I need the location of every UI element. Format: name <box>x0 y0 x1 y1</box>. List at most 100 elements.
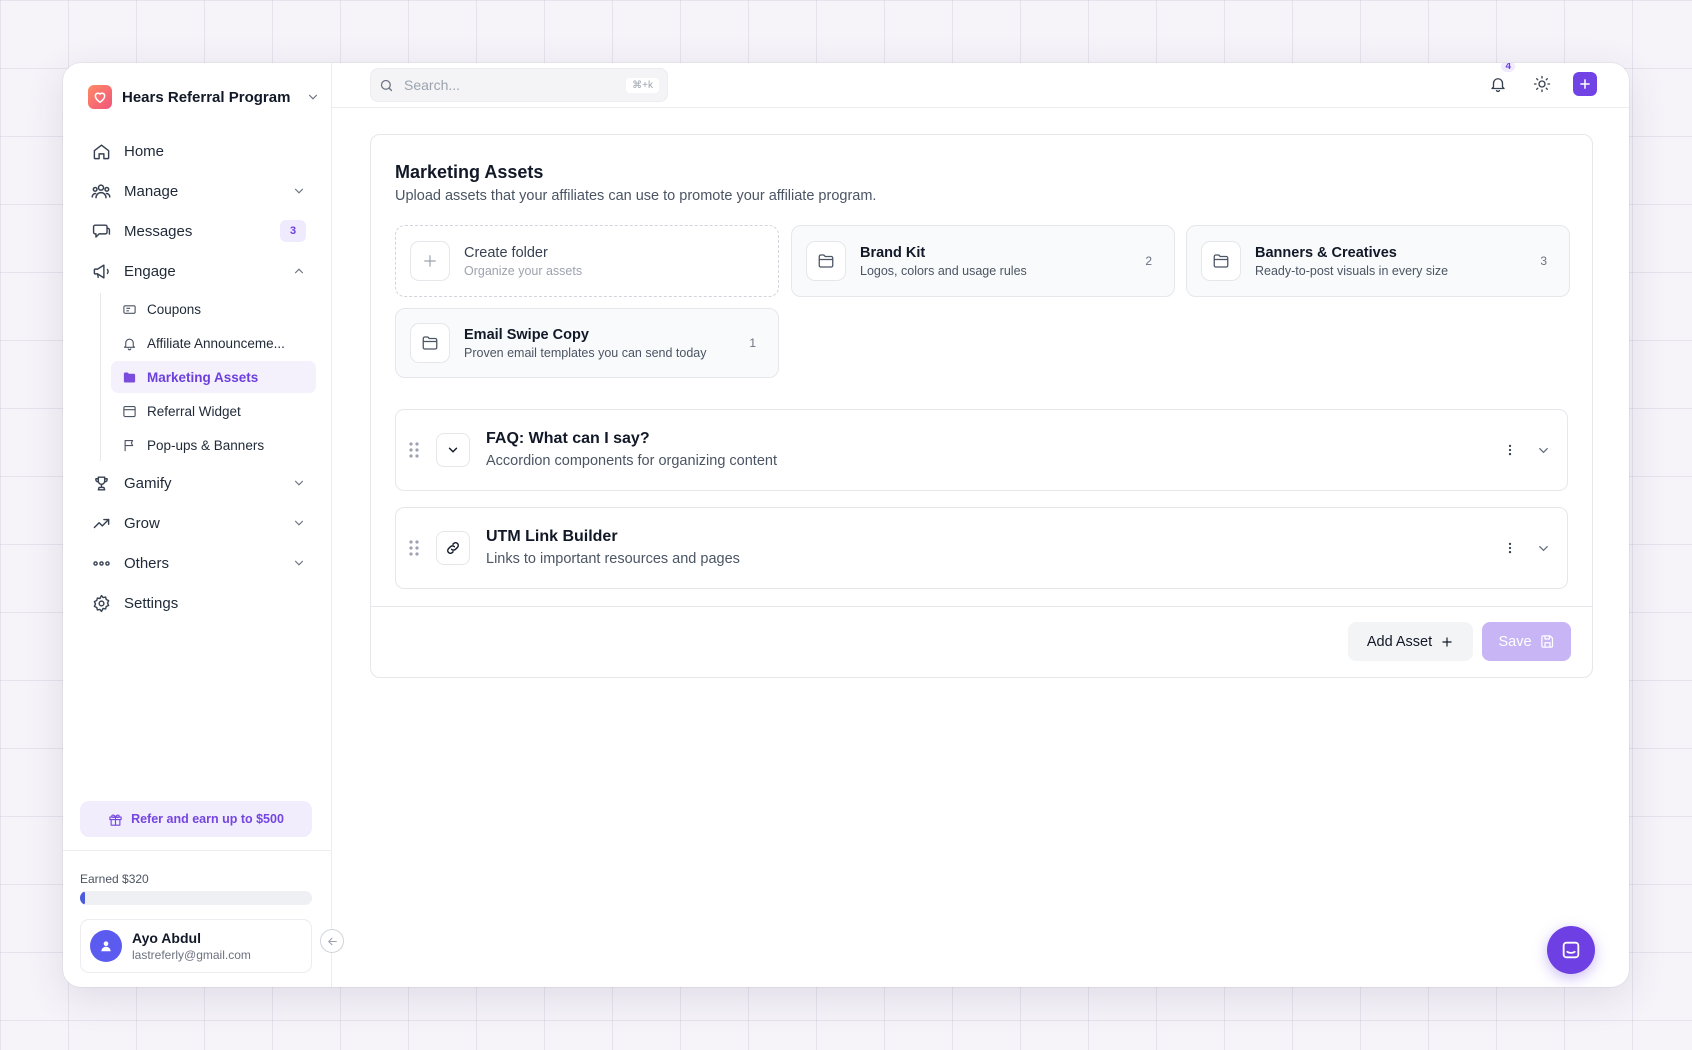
flag-icon <box>121 437 137 453</box>
search-icon <box>379 78 394 93</box>
folder-item-count: 3 <box>1540 254 1547 268</box>
window-icon <box>121 403 137 419</box>
search-shortcut: ⌘+k <box>626 77 659 93</box>
submenu-item-marketing-assets[interactable]: Marketing Assets <box>111 361 316 393</box>
plus-icon <box>1578 77 1592 91</box>
sidebar-nav: Home Manage Messages 3 Engage Coupons Af… <box>80 131 316 623</box>
create-new-button[interactable] <box>1573 72 1597 96</box>
brand-logo-icon <box>88 85 112 109</box>
accordion-title: FAQ: What can I say? <box>486 430 650 447</box>
chevron-down-icon <box>292 516 306 530</box>
trophy-icon <box>90 472 112 494</box>
save-icon <box>1540 634 1555 649</box>
folder-item-count: 1 <box>749 336 756 350</box>
folder-description: Logos, colors and usage rules <box>860 263 1027 278</box>
gift-icon <box>108 812 123 827</box>
chevron-down-icon <box>306 90 320 104</box>
folder-icon <box>410 323 450 363</box>
program-switcher[interactable]: Hears Referral Program <box>88 85 320 109</box>
folder-description: Proven email templates you can send toda… <box>464 345 707 360</box>
more-options-icon[interactable] <box>1503 443 1517 457</box>
chat-icon <box>90 220 112 242</box>
sidebar-item-label: Messages <box>124 222 193 240</box>
sidebar-item-engage[interactable]: Engage <box>80 251 316 291</box>
submenu-item-label: Affiliate Announceme... <box>147 335 285 351</box>
folder-name: Banners & Creatives <box>1255 244 1397 261</box>
main-content: ⌘+k 4 <box>332 63 1629 987</box>
expand-chevron-icon[interactable] <box>1536 443 1551 458</box>
trending-up-icon <box>90 512 112 534</box>
submenu-item-referral-widget[interactable]: Referral Widget <box>111 395 316 427</box>
theme-toggle-button[interactable] <box>1529 71 1555 97</box>
chevron-up-icon <box>292 264 306 278</box>
plus-icon <box>410 241 450 281</box>
sidebar-item-manage[interactable]: Manage <box>80 171 316 211</box>
submenu-item-popups-banners[interactable]: Pop-ups & Banners <box>111 429 316 461</box>
earnings-progress-fill <box>80 891 85 905</box>
arrow-left-icon <box>326 935 339 948</box>
chat-icon <box>1560 939 1582 961</box>
save-button[interactable]: Save <box>1482 622 1571 661</box>
chevron-down-icon <box>292 184 306 198</box>
chevron-down-icon <box>292 476 306 490</box>
submenu-item-label: Referral Widget <box>147 403 241 419</box>
submenu-item-label: Pop-ups & Banners <box>147 437 265 453</box>
folder-card-brand-kit[interactable]: Brand Kit Logos, colors and usage rules … <box>791 225 1175 297</box>
submenu-item-label: Marketing Assets <box>147 369 259 385</box>
chevron-down-icon <box>292 556 306 570</box>
accordion-description: Links to important resources and pages <box>486 551 740 567</box>
chevron-down-icon <box>436 433 470 467</box>
accordion-faq[interactable]: FAQ: What can I say? Accordion component… <box>395 409 1568 491</box>
save-label: Save <box>1498 633 1532 650</box>
accordion-title: UTM Link Builder <box>486 528 618 545</box>
plus-icon <box>1440 635 1454 649</box>
program-name: Hears Referral Program <box>122 88 291 106</box>
drag-handle-icon[interactable] <box>408 539 420 557</box>
submenu-item-coupons[interactable]: Coupons <box>111 293 316 325</box>
sidebar-item-home[interactable]: Home <box>80 131 316 171</box>
submenu-item-affiliate-announcements[interactable]: Affiliate Announceme... <box>111 327 316 359</box>
sidebar-item-gamify[interactable]: Gamify <box>80 463 316 503</box>
notifications-button[interactable]: 4 <box>1485 63 1515 97</box>
refer-label: Refer and earn up to $500 <box>131 812 284 826</box>
folder-icon <box>1201 241 1241 281</box>
users-icon <box>90 180 112 202</box>
expand-chevron-icon[interactable] <box>1536 541 1551 556</box>
accordion-utm-link-builder[interactable]: UTM Link Builder Links to important reso… <box>395 507 1568 589</box>
folder-card-email-swipe-copy[interactable]: Email Swipe Copy Proven email templates … <box>395 308 779 378</box>
chat-support-button[interactable] <box>1547 926 1595 974</box>
marketing-assets-card: Marketing Assets Upload assets that your… <box>370 134 1593 678</box>
folder-card-banners-creatives[interactable]: Banners & Creatives Ready-to-post visual… <box>1186 225 1570 297</box>
submenu-item-label: Coupons <box>147 301 202 317</box>
page-title: Marketing Assets <box>395 162 544 182</box>
user-name: Ayo Abdul <box>132 930 201 946</box>
more-options-icon[interactable] <box>1503 541 1517 555</box>
sidebar-item-others[interactable]: Others <box>80 543 316 583</box>
sidebar: Hears Referral Program Home Manage Messa… <box>63 63 332 987</box>
user-profile-card[interactable]: Ayo Abdul lastreferly@gmail.com <box>80 919 312 973</box>
sidebar-item-grow[interactable]: Grow <box>80 503 316 543</box>
top-bar: ⌘+k 4 <box>332 63 1629 108</box>
user-email: lastreferly@gmail.com <box>132 948 251 962</box>
sidebar-item-label: Home <box>124 142 165 160</box>
ticket-icon <box>121 301 137 317</box>
refer-and-earn-button[interactable]: Refer and earn up to $500 <box>80 801 312 837</box>
accordion-description: Accordion components for organizing cont… <box>486 453 777 469</box>
app-window: Hears Referral Program Home Manage Messa… <box>63 63 1629 987</box>
sidebar-item-messages[interactable]: Messages 3 <box>80 211 316 251</box>
drag-handle-icon[interactable] <box>408 441 420 459</box>
add-asset-button[interactable]: Add Asset <box>1348 622 1473 661</box>
folder-icon <box>121 369 137 385</box>
sidebar-item-label: Others <box>124 554 170 572</box>
create-folder-button[interactable]: Create folder Organize your assets <box>395 225 779 297</box>
top-actions: 4 <box>1485 63 1597 97</box>
sidebar-item-label: Gamify <box>124 474 172 492</box>
search-input[interactable] <box>404 77 624 93</box>
sidebar-item-settings[interactable]: Settings <box>80 583 316 623</box>
collapse-sidebar-button[interactable] <box>320 929 344 953</box>
sidebar-item-label: Engage <box>124 262 176 280</box>
megaphone-icon <box>90 260 112 282</box>
folder-name: Brand Kit <box>860 244 926 261</box>
folder-description: Organize your assets <box>464 263 583 278</box>
sidebar-item-label: Manage <box>124 182 179 200</box>
